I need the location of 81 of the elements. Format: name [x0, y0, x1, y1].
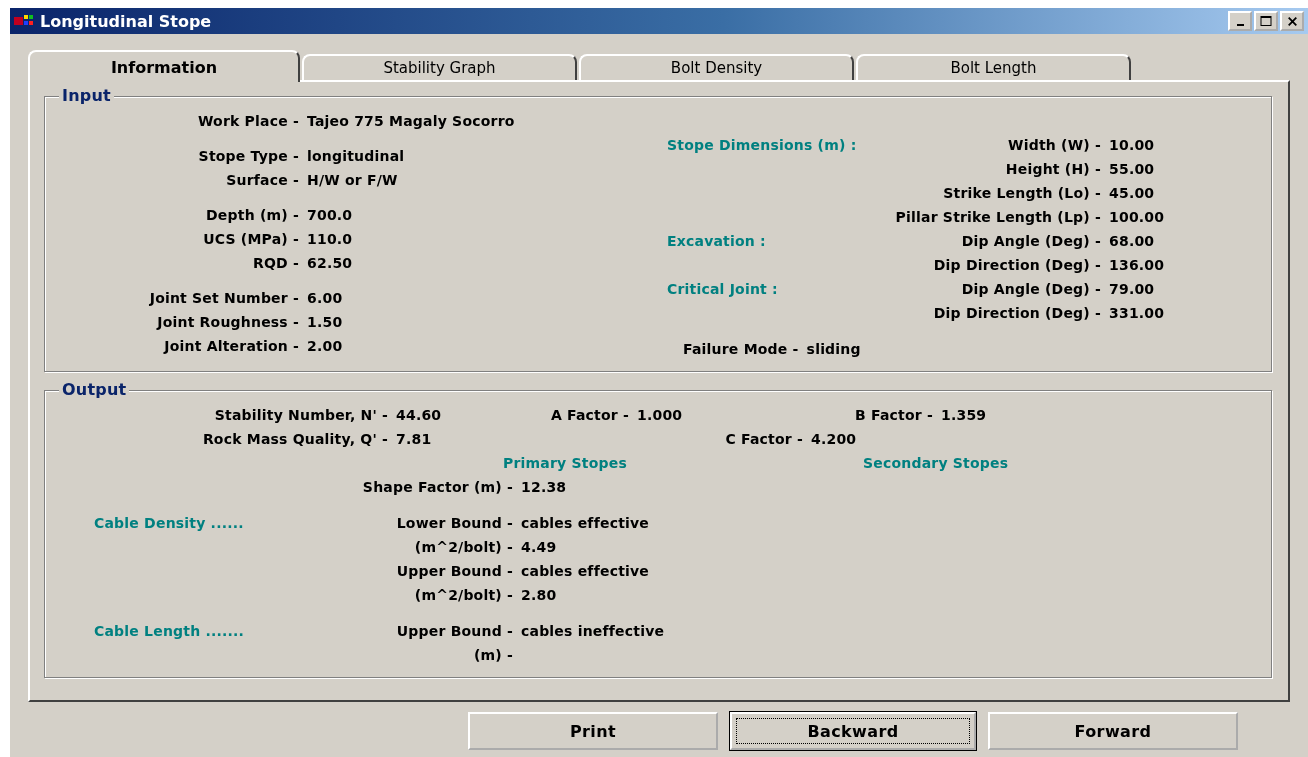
field-value: 4.200 [810, 430, 858, 449]
field-label: Stability Number, N' - [213, 406, 388, 425]
field-label: Work Place - [196, 112, 299, 131]
close-button[interactable] [1280, 11, 1304, 31]
field-label: A Factor - [549, 406, 629, 425]
field-value: 2.80 [520, 586, 558, 605]
field-label: Height (H) - [1004, 160, 1101, 179]
section-label: Excavation : [666, 232, 767, 251]
field-label: RQD - [252, 254, 299, 273]
section-label: Cable Length ....... [93, 622, 246, 641]
section-label: Stope Dimensions (m) : [666, 136, 858, 155]
close-icon [1287, 16, 1297, 26]
field-value: 7.81 [395, 430, 433, 449]
field-label: (m) - [472, 646, 513, 665]
field-value: longitudinal [306, 147, 406, 166]
tab[interactable]: Information [28, 50, 300, 82]
field-label: (m^2/bolt) - [413, 538, 513, 557]
field-value: 136.00 [1108, 256, 1166, 275]
field-value: cables ineffective [520, 622, 666, 641]
field-value: 1.000 [636, 406, 684, 425]
field-value: 55.00 [1108, 160, 1156, 179]
field-value: 1.359 [940, 406, 988, 425]
field-value: 12.38 [520, 478, 568, 497]
maximize-icon [1260, 16, 1272, 26]
field-value: 4.49 [520, 538, 558, 557]
field-label: Depth (m) - [205, 206, 299, 225]
tab[interactable]: Bolt Density [579, 54, 854, 80]
field-label: Pillar Strike Length (Lp) - [894, 208, 1101, 227]
field-label: C Factor - [724, 430, 803, 449]
field-label: Joint Set Number - [148, 289, 299, 308]
field-value: 10.00 [1108, 136, 1156, 155]
window-title: Longitudinal Stope [40, 11, 213, 31]
app-icon [14, 14, 34, 28]
minimize-button[interactable] [1228, 11, 1252, 31]
field-value: 44.60 [395, 406, 443, 425]
field-label: Dip Angle (Deg) - [960, 232, 1101, 251]
field-label: B Factor - [854, 406, 933, 425]
field-value: H/W or F/W [306, 171, 399, 190]
field-label: Stope Type - [197, 147, 299, 166]
field-value: Tajeo 775 Magaly Socorro [306, 112, 516, 131]
field-value: cables effective [520, 562, 651, 581]
field-label: Strike Length (Lo) - [942, 184, 1101, 203]
dialog-button[interactable]: Print [468, 712, 718, 750]
field-value: 700.0 [306, 206, 354, 225]
field-label: Joint Roughness - [155, 313, 299, 332]
field-value: 79.00 [1108, 280, 1156, 299]
minimize-icon [1236, 24, 1244, 26]
field-value: 100.00 [1108, 208, 1166, 227]
field-value: sliding [806, 340, 861, 359]
column-heading: Secondary Stopes [863, 454, 1010, 473]
field-label: Dip Angle (Deg) - [960, 280, 1101, 299]
field-label: Rock Mass Quality, Q' - [201, 430, 388, 449]
field-label: Dip Direction (Deg) - [932, 304, 1101, 323]
field-value: 2.00 [306, 337, 344, 356]
field-label: Upper Bound - [395, 562, 513, 581]
dialog-button[interactable]: Forward [988, 712, 1238, 750]
field-value: 1.50 [306, 313, 344, 332]
field-value: 6.00 [306, 289, 344, 308]
field-label: Joint Alteration - [162, 337, 299, 356]
maximize-button[interactable] [1254, 11, 1278, 31]
tab[interactable]: Stability Graph [302, 54, 577, 80]
dialog-button[interactable]: Backward [730, 712, 976, 750]
field-value: cables effective [520, 514, 651, 533]
field-value: 331.00 [1108, 304, 1166, 323]
field-value: 68.00 [1108, 232, 1156, 251]
section-label: Critical Joint : [666, 280, 779, 299]
field-label: UCS (MPa) - [202, 230, 299, 249]
field-label: Dip Direction (Deg) - [932, 256, 1101, 275]
field-label: (m^2/bolt) - [413, 586, 513, 605]
section-label: Cable Density ...... [93, 514, 245, 533]
field-label: Lower Bound - [395, 514, 513, 533]
field-label: Width (W) - [1007, 136, 1101, 155]
field-value: 62.50 [306, 254, 354, 273]
field-label: Upper Bound - [395, 622, 513, 641]
tab[interactable]: Bolt Length [856, 54, 1131, 80]
field-label: Failure Mode - [683, 340, 799, 359]
column-heading: Primary Stopes [503, 454, 628, 473]
field-value: 110.0 [306, 230, 354, 249]
field-label: Shape Factor (m) - [361, 478, 513, 497]
field-label: Surface - [225, 171, 299, 190]
field-value: 45.00 [1108, 184, 1156, 203]
